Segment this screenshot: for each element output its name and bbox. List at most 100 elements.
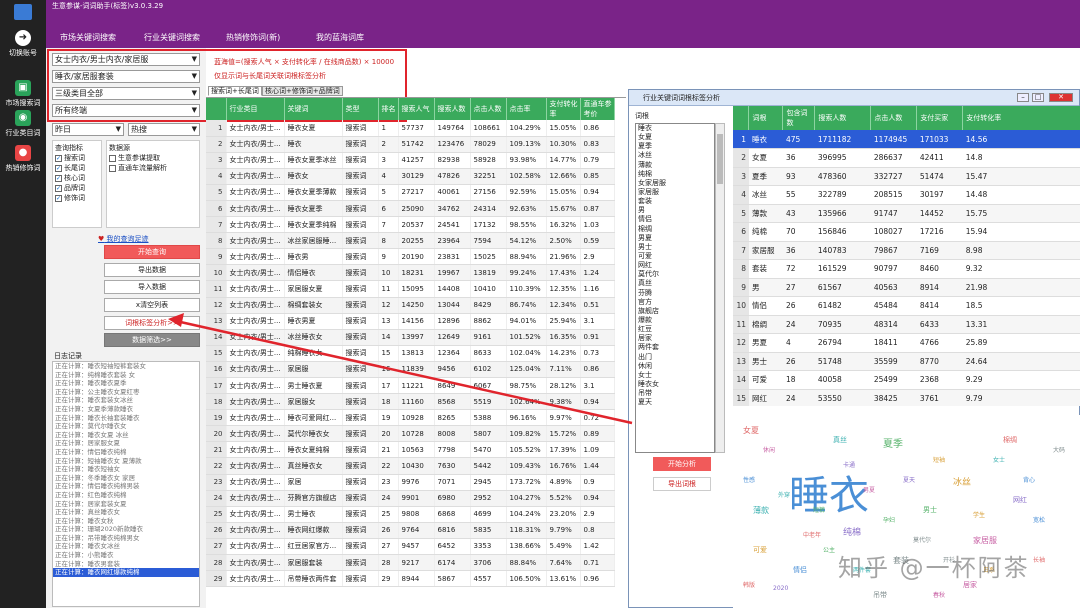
list-item[interactable]: 冰丝	[636, 151, 714, 160]
list-item[interactable]: 女家居服	[636, 179, 714, 188]
cb-search-words[interactable]: ✓ 搜索词	[55, 153, 99, 163]
column-header[interactable]: 搜索人数	[814, 106, 872, 130]
list-item[interactable]: 套装	[636, 197, 714, 206]
list-item[interactable]: 薄款	[636, 161, 714, 170]
list-item[interactable]: 睡衣女	[636, 380, 714, 389]
table-row[interactable]: 28 女士内衣/男士... 家居服套装 搜索词 28 9217 6174 3706 88.84%…	[206, 554, 615, 572]
table-row[interactable]: 4 冰丝 55 322789 208515 30197 14.48	[733, 185, 1080, 205]
tag-analysis-button[interactable]: 词根标签分析>>	[104, 316, 200, 330]
root-word-list[interactable]: 睡衣 女夏 夏季 冰丝 薄款 纯棉 女家居服 家居服 套装男情侣 棉绸 男夏 男士 可爱 网红 莫代尔 真丝芬…	[635, 123, 715, 453]
table-row[interactable]: 3 夏季 93 478360 332727 51474 15.47	[733, 167, 1080, 186]
close-icon[interactable]: ✕	[1049, 93, 1073, 102]
table-row[interactable]: 3 女士内衣/男士... 睡衣女夏季冰丝 搜索词 3 41257 82938 58928 93.…	[206, 152, 615, 169]
column-header[interactable]: 包含词数	[782, 106, 816, 130]
column-header[interactable]: 支付转化率	[962, 106, 1080, 130]
table-row[interactable]: 21 女士内衣/男士... 睡衣女夏纯棉 搜索词 21 10563 7798 5470 105.…	[206, 441, 615, 459]
import-data-button[interactable]: 导入数据	[104, 280, 200, 294]
table-row[interactable]: 24 女士内衣/男士... 芬腾官方旗舰店 搜索词 24 9901 6980 2952 104.…	[206, 490, 615, 507]
start-analysis-button[interactable]: 开始分析	[653, 457, 711, 471]
table-row[interactable]: 19 女士内衣/男士... 睡衣可爱网红... 搜索词 19 10928 8265 5388 9…	[206, 409, 615, 427]
cb-core[interactable]: ✓ 核心词	[55, 173, 99, 183]
column-header[interactable]: 搜索人数	[434, 98, 471, 120]
table-row[interactable]: 7 家居服 36 140783 79867 7169 8.98	[733, 241, 1080, 260]
industry-words-item[interactable]: ◉ 行业类目词	[0, 110, 46, 138]
export-roots-button[interactable]: 导出词根	[653, 477, 711, 491]
scrollbar-thumb[interactable]	[717, 134, 723, 184]
table-row[interactable]: 17 女士内衣/男士... 男士睡衣夏 搜索词 17 11221 8649 6067 98.75…	[206, 377, 615, 395]
list-item[interactable]: 吊带	[636, 389, 714, 398]
tab-industry-search[interactable]: 行业关键词搜索	[144, 32, 200, 43]
table-row[interactable]: 22 女士内衣/男士... 真丝睡衣女 搜索词 22 10430 7630 5442 109.4…	[206, 457, 615, 475]
table-row[interactable]: 6 纯棉 70 156846 108027 17216 15.94	[733, 222, 1080, 242]
table-row[interactable]: 10 女士内衣/男士... 情侣睡衣 搜索词 10 18231 19967 13819 99.2…	[206, 264, 615, 282]
table-row[interactable]: 11 棉绸 24 70935 48314 6433 13.31	[733, 315, 1080, 334]
table-row[interactable]: 27 女士内衣/男士... 红豆居家官方... 搜索词 27 9457 6452 3353 13…	[206, 538, 615, 556]
list-item[interactable]: 出门	[636, 353, 714, 362]
table-row[interactable]: 4 女士内衣/男士... 睡衣女 搜索词 4 30129 47826 32251 102.58%…	[206, 168, 615, 185]
checkbox[interactable]: ✓	[55, 194, 62, 202]
table-row[interactable]: 26 女士内衣/男士... 睡衣网红爆款 搜索词 26 9764 6816 5835 118.3…	[206, 522, 615, 539]
checkbox[interactable]: ✓	[55, 184, 62, 192]
subtab-search-longtail[interactable]: 搜索词+长尾词	[208, 86, 262, 96]
cb-modifier[interactable]: ✓ 修饰词	[55, 193, 99, 203]
word-list-scrollbar[interactable]	[715, 123, 725, 453]
cb-longtail[interactable]: ✓ 长尾词	[55, 163, 99, 173]
list-item[interactable]: 爆款	[636, 316, 714, 325]
table-row[interactable]: 9 男 27 61567 40563 8914 21.98	[733, 278, 1080, 297]
data-filter-button[interactable]: 数据筛选>>	[104, 333, 200, 347]
table-row[interactable]: 2 女士内衣/男士... 睡衣 搜索词 2 51742 123476 78029 109.13%…	[206, 136, 615, 153]
list-item[interactable]: 两件套	[636, 343, 714, 352]
cb-brand[interactable]: ✓ 品牌词	[55, 183, 99, 193]
subtab-core-modifier-brand[interactable]: 核心词+修饰词+品牌词	[262, 86, 343, 96]
column-header[interactable]	[733, 106, 750, 130]
list-item[interactable]: 休闲	[636, 362, 714, 371]
list-item[interactable]: 真丝	[636, 279, 714, 288]
terminal-select[interactable]: 所有终端 ▼	[52, 104, 200, 117]
table-row[interactable]: 11 女士内衣/男士... 家居服女夏 搜索词 11 15095 14408 10410 110…	[206, 280, 615, 298]
table-row[interactable]: 13 男士 26 51748 35599 8770 24.64	[733, 352, 1080, 371]
checkbox[interactable]: ✓	[55, 154, 62, 162]
table-row[interactable]: 6 女士内衣/男士... 睡衣女夏季 搜索词 6 25090 34762 24314 92.63…	[206, 200, 615, 218]
market-search-item[interactable]: ▣ 市场搜索词	[0, 80, 46, 108]
list-item[interactable]: 官方	[636, 298, 714, 307]
list-item[interactable]: 芬腾	[636, 289, 714, 298]
column-header[interactable]: 支付买家	[916, 106, 964, 130]
level3-select[interactable]: 三级类目全部 ▼	[52, 87, 200, 100]
column-header[interactable]: 类型	[342, 98, 379, 120]
table-row[interactable]: 9 女士内衣/男士... 睡衣男 搜索词 9 20190 23831 15025 88.94% 2…	[206, 248, 615, 266]
clear-list-button[interactable]: x清空列表	[104, 298, 200, 312]
table-row[interactable]: 15 网红 24 53550 38425 3761 9.79	[733, 389, 1080, 406]
list-item[interactable]: 情侣	[636, 215, 714, 224]
table-row[interactable]: 18 女士内衣/男士... 家居服女 搜索词 18 11160 8568 5519 102.64…	[206, 393, 615, 411]
list-item[interactable]: 棉绸	[636, 225, 714, 234]
list-item[interactable]: 男士	[636, 243, 714, 252]
column-header[interactable]: 点击人数	[470, 98, 507, 120]
column-header[interactable]: 词根	[748, 106, 784, 130]
list-item[interactable]: 红豆	[636, 325, 714, 334]
switch-account-item[interactable]: ➜ 切换账号	[0, 30, 46, 58]
list-item[interactable]: 男夏	[636, 234, 714, 243]
cb-ztc-analysis[interactable]: 直通车流量解析	[109, 163, 197, 173]
table-row[interactable]: 5 女士内衣/男士... 睡衣女夏季薄款 搜索词 5 27217 40061 27156 92.…	[206, 184, 615, 201]
list-item[interactable]: 网红	[636, 261, 714, 270]
column-header[interactable]: 行业类目	[226, 98, 285, 120]
table-row[interactable]: 1 女士内衣/男士... 睡衣女夏 搜索词 1 57737 149764 108661 104.…	[206, 120, 615, 137]
checkbox[interactable]: ✓	[55, 174, 62, 182]
list-item[interactable]: 家居服	[636, 188, 714, 197]
table-row[interactable]: 15 女士内衣/男士... 纯棉睡衣女 搜索词 15 13813 12364 8633 102.…	[206, 345, 615, 362]
column-header[interactable]: 点击人数	[870, 106, 918, 130]
checkbox[interactable]	[109, 164, 116, 172]
column-header[interactable]: 支付转化率	[546, 98, 581, 120]
export-data-button[interactable]: 导出数据	[104, 263, 200, 277]
table-row[interactable]: 25 女士内衣/男士... 男士睡衣 搜索词 25 9808 6868 4699 104.24%…	[206, 506, 615, 523]
tab-market-search[interactable]: 市场关键词搜索	[60, 32, 116, 43]
column-header[interactable]: 点击率	[506, 98, 547, 120]
table-row[interactable]: 12 男夏 4 26794 18411 4766 25.89	[733, 333, 1080, 353]
table-row[interactable]: 13 女士内衣/男士... 睡衣男夏 搜索词 13 14156 12896 8862 94.01…	[206, 313, 615, 330]
column-header[interactable]: 搜索人气	[398, 98, 435, 120]
column-header[interactable]	[206, 98, 227, 120]
list-item[interactable]: 睡衣	[636, 124, 714, 133]
table-row[interactable]: 14 可爱 18 40058 25499 2368 9.29	[733, 370, 1080, 390]
history-link[interactable]: ♥ 我的查询足迹	[98, 234, 149, 244]
list-item[interactable]: 可爱	[636, 252, 714, 261]
